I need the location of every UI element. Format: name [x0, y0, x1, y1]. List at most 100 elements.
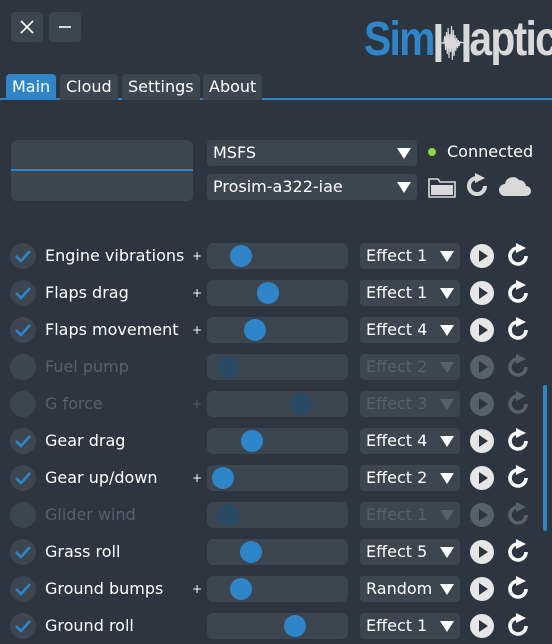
play-icon[interactable]	[469, 502, 495, 528]
play-icon[interactable]	[469, 465, 495, 491]
effect-checkbox[interactable]	[10, 354, 36, 380]
play-icon[interactable]	[469, 243, 495, 269]
reset-icon[interactable]	[504, 539, 532, 565]
effect-select[interactable]: Random	[360, 576, 460, 602]
reset-icon[interactable]	[504, 502, 532, 528]
minimize-button[interactable]	[49, 12, 81, 42]
slider-handle[interactable]	[284, 615, 306, 637]
effect-checkbox[interactable]	[10, 280, 36, 306]
slider-handle[interactable]	[257, 282, 279, 304]
effect-select[interactable]: Effect 4	[360, 317, 460, 343]
cloud-icon[interactable]	[498, 174, 532, 198]
effect-intensity-slider[interactable]	[207, 243, 348, 269]
slider-handle[interactable]	[230, 245, 252, 267]
effect-checkbox[interactable]	[10, 243, 36, 269]
effect-select[interactable]: Effect 1	[360, 280, 460, 306]
effect-select[interactable]: Effect 2	[360, 354, 460, 380]
effect-intensity-slider[interactable]	[207, 502, 348, 528]
effect-select[interactable]: Effect 4	[360, 428, 460, 454]
effect-checkbox[interactable]	[10, 317, 36, 343]
play-icon[interactable]	[469, 576, 495, 602]
effect-label: Gear up/down	[45, 468, 158, 487]
reset-icon[interactable]	[504, 354, 532, 380]
play-icon[interactable]	[469, 280, 495, 306]
play-icon[interactable]	[469, 354, 495, 380]
effect-checkbox[interactable]	[10, 613, 36, 639]
effect-checkbox[interactable]	[10, 576, 36, 602]
effect-checkbox[interactable]	[10, 391, 36, 417]
tab-cloud[interactable]: Cloud	[60, 74, 118, 100]
effect-label: Flaps movement	[45, 320, 179, 339]
reset-icon[interactable]	[504, 280, 532, 306]
tab-settings[interactable]: Settings	[122, 74, 200, 100]
logo-text-haptic: aptic	[469, 13, 552, 66]
aircraft-info-field[interactable]	[11, 140, 193, 201]
effect-intensity-slider[interactable]	[207, 317, 348, 343]
effect-row: Flaps movement + Effect 4	[0, 316, 552, 344]
effect-label: Flaps drag	[45, 283, 129, 302]
reset-icon[interactable]	[504, 428, 532, 454]
reset-icon[interactable]	[504, 317, 532, 343]
effect-select[interactable]: Effect 2	[360, 465, 460, 491]
slider-handle[interactable]	[217, 504, 239, 526]
effect-intensity-slider[interactable]	[207, 465, 348, 491]
effect-select-value: Effect 1	[366, 616, 428, 635]
sim-select[interactable]: MSFS	[207, 140, 417, 166]
tab-main[interactable]: Main	[6, 74, 57, 100]
effect-select-value: Effect 5	[366, 542, 428, 561]
slider-handle[interactable]	[230, 578, 252, 600]
effect-intensity-slider[interactable]	[207, 280, 348, 306]
chevron-down-icon	[440, 621, 454, 632]
play-icon[interactable]	[469, 428, 495, 454]
effect-label: Engine vibrations	[45, 246, 185, 265]
chevron-down-icon	[440, 399, 454, 410]
effect-intensity-slider[interactable]	[207, 428, 348, 454]
reset-icon[interactable]	[504, 576, 532, 602]
effect-label: Grass roll	[45, 542, 121, 561]
effect-intensity-slider[interactable]	[207, 539, 348, 565]
effect-select-value: Effect 4	[366, 431, 428, 450]
logo-waveform-h-icon	[435, 24, 470, 63]
slider-handle[interactable]	[244, 319, 266, 341]
check-icon	[15, 287, 31, 300]
slider-handle[interactable]	[212, 467, 234, 489]
scrollbar[interactable]	[543, 385, 547, 531]
effect-intensity-slider[interactable]	[207, 391, 348, 417]
close-button[interactable]	[11, 12, 43, 42]
reset-icon[interactable]	[504, 391, 532, 417]
reset-icon[interactable]	[504, 243, 532, 269]
effect-row: Ground bumps + Random	[0, 575, 552, 603]
check-icon	[15, 250, 31, 263]
effect-label: Gear drag	[45, 431, 126, 450]
effect-label: Fuel pump	[45, 357, 129, 376]
effect-checkbox[interactable]	[10, 502, 36, 528]
refresh-icon[interactable]	[463, 172, 491, 200]
effect-select[interactable]: Effect 3	[360, 391, 460, 417]
effect-intensity-slider[interactable]	[207, 354, 348, 380]
slider-handle[interactable]	[290, 393, 312, 415]
slider-handle[interactable]	[217, 356, 239, 378]
reset-icon[interactable]	[504, 465, 532, 491]
effect-intensity-slider[interactable]	[207, 576, 348, 602]
tab-about[interactable]: About	[203, 74, 263, 100]
check-icon	[15, 435, 31, 448]
reset-icon[interactable]	[504, 613, 532, 639]
play-icon[interactable]	[469, 317, 495, 343]
effect-select[interactable]: Effect 5	[360, 539, 460, 565]
slider-handle[interactable]	[241, 430, 263, 452]
play-icon[interactable]	[469, 613, 495, 639]
slider-handle[interactable]	[240, 541, 262, 563]
chevron-down-icon	[440, 288, 454, 299]
folder-icon[interactable]	[428, 175, 456, 199]
effect-checkbox[interactable]	[10, 465, 36, 491]
effect-intensity-slider[interactable]	[207, 613, 348, 639]
profile-select[interactable]: Prosim-a322-iae	[207, 174, 417, 200]
play-icon[interactable]	[469, 391, 495, 417]
effect-checkbox[interactable]	[10, 539, 36, 565]
effect-select[interactable]: Effect 1	[360, 502, 460, 528]
effect-select[interactable]: Effect 1	[360, 243, 460, 269]
effect-select[interactable]: Effect 1	[360, 613, 460, 639]
play-icon[interactable]	[469, 539, 495, 565]
effect-label: Glider wind	[45, 505, 136, 524]
effect-checkbox[interactable]	[10, 428, 36, 454]
